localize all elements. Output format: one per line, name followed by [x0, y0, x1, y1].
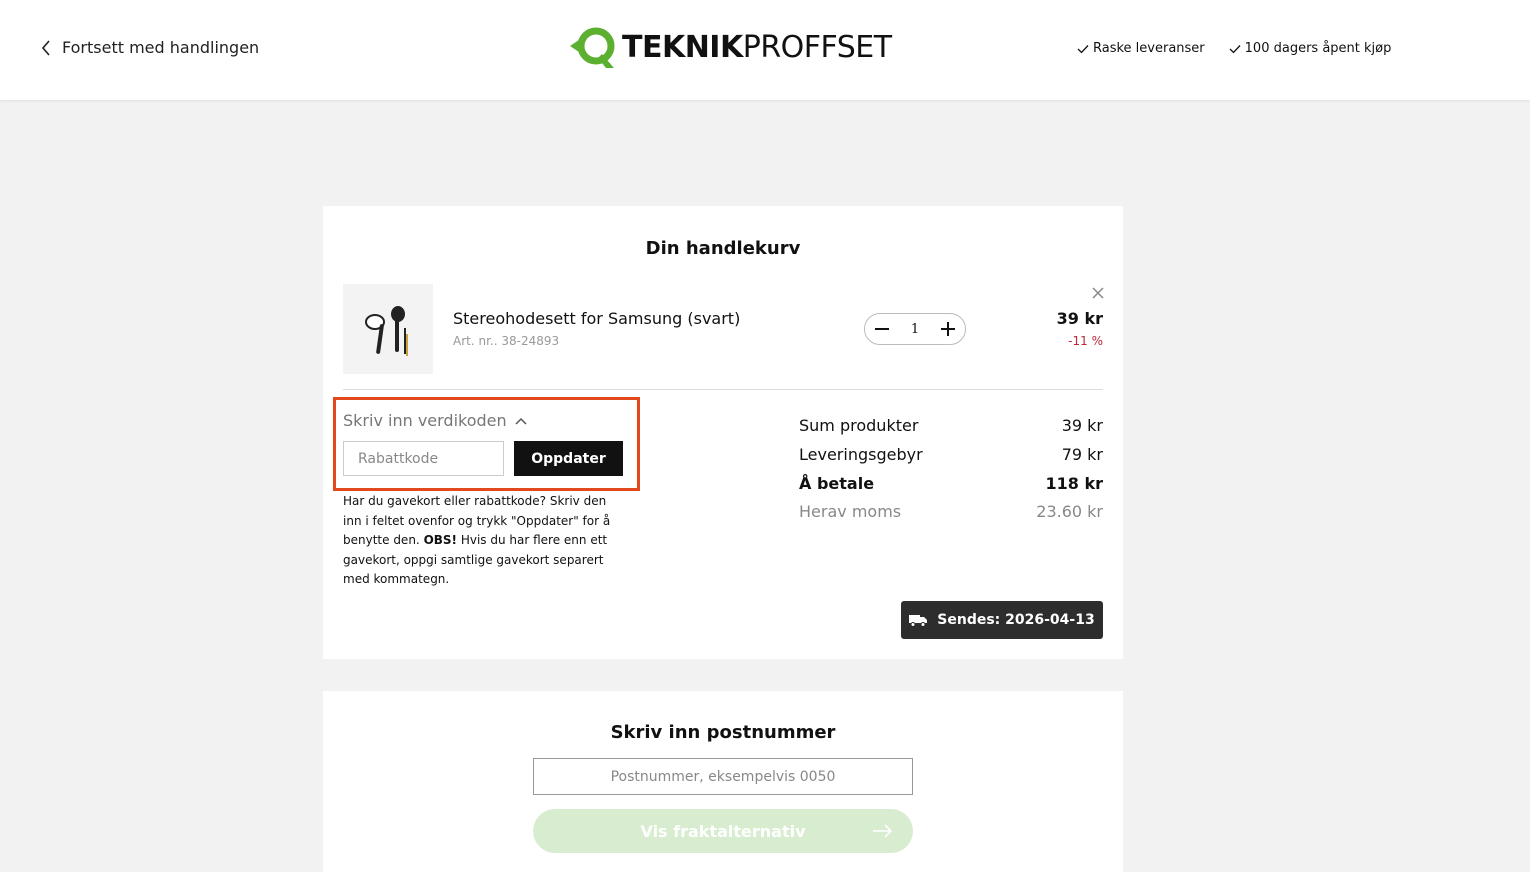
summary-row-vat: Herav moms 23.60 kr	[799, 498, 1103, 524]
checkmark-icon	[1229, 44, 1241, 53]
product-price: 39 kr	[1056, 309, 1103, 328]
postal-code-card: Skriv inn postnummer Vis fraktalternativ	[323, 691, 1123, 872]
postal-code-title: Skriv inn postnummer	[610, 722, 836, 743]
show-shipping-options-label: Vis fraktalternativ	[640, 821, 806, 841]
site-header: Fortsett med handlingen TEKNIK PROFFSET R…	[0, 0, 1530, 100]
summary-value: 23.60 kr	[1036, 501, 1103, 521]
voucher-help-warning: OBS!	[423, 533, 458, 547]
product-name[interactable]: Stereohodesett for Samsung (svart)	[453, 309, 740, 328]
voucher-toggle-label: Skriv inn verdikoden	[343, 411, 507, 430]
site-logo[interactable]: TEKNIK PROFFSET	[568, 24, 892, 70]
remove-item-close-icon[interactable]	[1091, 286, 1105, 300]
summary-label: Å betale	[799, 474, 875, 493]
voucher-toggle[interactable]: Skriv inn verdikoden	[343, 411, 527, 430]
summary-value: 118 kr	[1045, 474, 1104, 493]
order-summary: Sum produkter 39 kr Leveringsgebyr 79 kr…	[799, 411, 1103, 524]
cart-card: Din handlekurv Stereohodesett for Samsun…	[323, 206, 1123, 659]
earphones-image	[365, 306, 408, 356]
summary-label: Herav moms	[799, 501, 902, 521]
usp-label: Raske leveranser	[1093, 41, 1205, 56]
continue-shopping-label: Fortsett med handlingen	[62, 38, 260, 57]
cart-title: Din handlekurv	[645, 238, 801, 259]
summary-value: 39 kr	[1061, 416, 1103, 435]
quantity-stepper: 1	[864, 313, 966, 345]
product-discount: -11 %	[1068, 334, 1103, 348]
summary-label: Sum produkter	[799, 416, 919, 435]
summary-row-delivery: Leveringsgebyr 79 kr	[799, 440, 1103, 469]
increase-quantity-button[interactable]	[941, 322, 955, 336]
discount-code-input[interactable]	[343, 441, 504, 476]
product-image[interactable]	[343, 284, 433, 374]
update-voucher-button[interactable]: Oppdater	[514, 441, 623, 476]
logo-text-bold: TEKNIK	[622, 29, 743, 65]
ship-date-badge: Sendes: 2026-04-13	[901, 601, 1103, 639]
checkmark-icon	[1077, 44, 1089, 53]
ship-date-label: Sendes: 2026-04-13	[937, 612, 1095, 628]
product-article-number: Art. nr.. 38-24893	[453, 334, 560, 348]
chevron-up-icon	[515, 417, 527, 425]
usp-item: 100 dagers åpent kjøp	[1229, 41, 1392, 56]
postal-code-input[interactable]	[533, 758, 913, 795]
show-shipping-options-button[interactable]: Vis fraktalternativ	[533, 809, 913, 853]
logo-text-light: PROFFSET	[742, 29, 892, 65]
usp-list: Raske leveranser 100 dagers åpent kjøp	[1077, 41, 1391, 56]
arrow-right-icon	[873, 824, 893, 838]
divider	[343, 389, 1103, 390]
summary-row-products: Sum produkter 39 kr	[799, 411, 1103, 440]
quantity-value[interactable]: 1	[911, 322, 919, 337]
truck-icon	[909, 615, 928, 627]
usp-label: 100 dagers åpent kjøp	[1244, 41, 1392, 56]
usp-item: Raske leveranser	[1077, 41, 1205, 56]
summary-row-total: Å betale 118 kr	[799, 469, 1103, 498]
continue-shopping-link[interactable]: Fortsett med handlingen	[40, 38, 259, 57]
chevron-left-icon	[41, 39, 50, 56]
summary-label: Leveringsgebyr	[799, 445, 923, 464]
decrease-quantity-button[interactable]	[875, 322, 889, 336]
summary-value: 79 kr	[1061, 445, 1103, 464]
logo-mark-icon	[570, 27, 615, 68]
voucher-help-text: Har du gavekort eller rabattkode? Skriv …	[343, 492, 628, 590]
